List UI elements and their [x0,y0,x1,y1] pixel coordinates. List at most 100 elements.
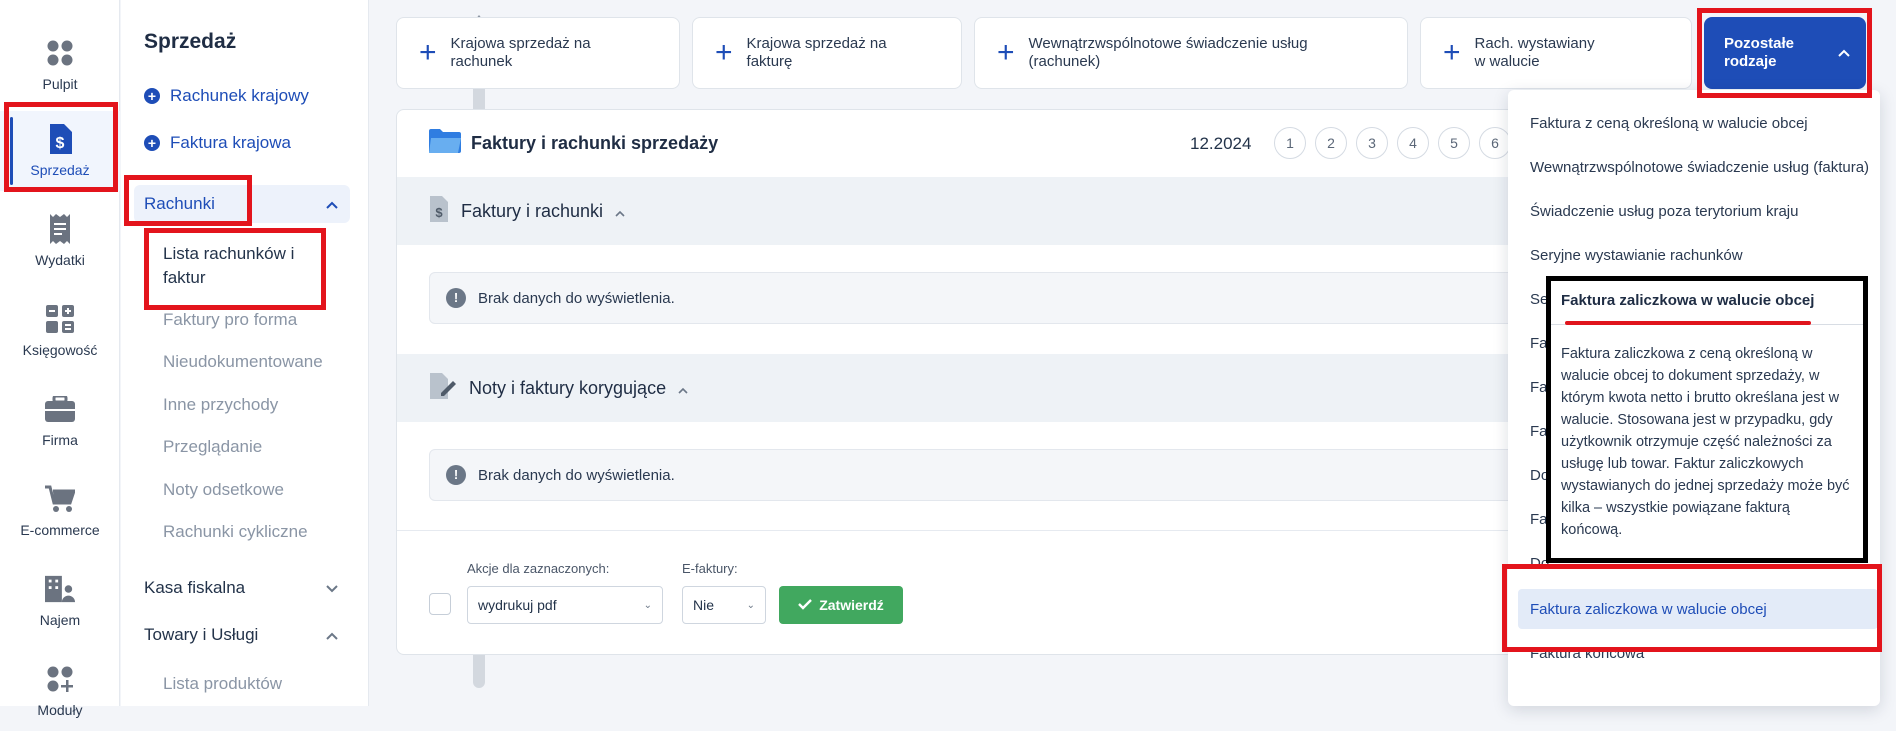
page-button[interactable]: 1 [1274,127,1306,159]
sidebar-item-lista-produktow[interactable]: Lista produktów [163,674,282,694]
menu-item[interactable]: Fa [1530,511,1548,528]
empty-text: Brak danych do wyświetlenia. [478,466,675,484]
nav-item-najem[interactable]: Najem [0,561,120,641]
section-noty-korygujace[interactable]: Noty i faktury korygujące [397,354,1615,422]
plus-icon: + [997,36,1015,69]
chevron-down-icon: ⌄ [643,599,652,611]
period-label[interactable]: 12.2024 [1190,134,1251,154]
chevron-up-icon [615,201,625,222]
invoice-dollar-icon: $ [45,124,75,154]
sidebar-item-lista-rachunkow[interactable]: Lista rachunków i faktur [163,242,313,290]
pozostale-rodzaje-button[interactable]: Pozostałe rodzaje [1704,17,1866,89]
page-button[interactable]: 3 [1356,127,1388,159]
menu-item[interactable]: Wewnątrzwspólnotowe świadczenie usług (f… [1530,159,1869,176]
krajowa-sprzedaz-rachunek-button[interactable]: + Krajowa sprzedaż na rachunek [396,17,680,89]
sales-card: Faktury i rachunki sprzedaży 12.2024 1 2… [396,109,1616,655]
menu-item[interactable]: Fa [1530,379,1548,396]
actions-label: Akcje dla zaznaczonych: [467,561,610,576]
receipt-icon [45,214,75,244]
nav-label: Pulpit [42,76,78,92]
new-faktura-link[interactable]: + Faktura krajowa [144,133,291,153]
group-label: Kasa fiskalna [144,578,246,597]
select-value: Nie [693,597,715,613]
svg-text:$: $ [56,135,65,152]
sidebar-item-inne-przychody[interactable]: Inne przychody [163,395,278,415]
document-edit-icon [429,372,457,404]
section-sidepanel: Sprzedaż + Rachunek krajowy + Faktura kr… [121,0,485,706]
page-button[interactable]: 2 [1315,127,1347,159]
dashboard-icon [45,38,75,68]
nav-label: Firma [42,432,78,448]
menu-item[interactable]: Faktura z ceną określoną w walucie obcej [1530,115,1808,132]
group-towary-uslugi[interactable]: Towary i Usługi [134,616,350,654]
link-label: Faktura krajowa [170,133,291,152]
menu-item[interactable]: Fa [1530,335,1548,352]
select-value: wydrukuj pdf [478,597,557,613]
efaktury-label: E-faktury: [682,561,738,576]
tooltip-popover: Faktura zaliczkowa w walucie obcej Faktu… [1546,276,1868,563]
nav-item-sprzedaz[interactable]: $ Sprzedaż [0,111,120,191]
group-rachunki[interactable]: Rachunki [134,185,350,223]
empty-text: Brak danych do wyświetlenia. [478,289,675,307]
link-label: Rachunek krajowy [170,86,309,105]
button-label: Rach. wystawiany w walucie [1474,35,1595,70]
wewnatrzwspolnotowe-rachunek-button[interactable]: + Wewnątrzwspólnotowe świadczenie usług … [974,17,1408,89]
sidebar-item-przegladanie[interactable]: Przeglądanie [163,437,262,457]
nav-item-ksiegowosc[interactable]: Księgowość [0,291,120,371]
nav-item-pulpit[interactable]: Pulpit [0,25,120,105]
plus-icon: + [419,36,437,69]
sidepanel-title: Sprzedaż [144,30,237,53]
briefcase-icon [45,394,75,424]
sidebar-item-noty-odsetkowe[interactable]: Noty odsetkowe [163,480,284,500]
nav-label: Sprzedaż [30,162,90,178]
chevron-down-icon [326,578,338,598]
nav-label: Moduły [37,702,83,718]
info-icon: ! [446,465,466,485]
button-label: Krajowa sprzedaż na fakturę [746,35,887,70]
sidebar-item-rachunki-cykliczne[interactable]: Rachunki cykliczne [163,522,308,542]
calculator-icon [45,304,75,334]
rach-waluta-button[interactable]: + Rach. wystawiany w walucie [1420,17,1692,89]
confirm-button[interactable]: Zatwierdź [779,586,903,624]
menu-item[interactable]: Świadczenie usług poza terytorium kraju [1530,203,1798,220]
nav-item-firma[interactable]: Firma [0,381,120,461]
button-label: Pozostałe rodzaje [1724,35,1795,70]
krajowa-sprzedaz-faktura-button[interactable]: + Krajowa sprzedaż na fakturę [692,17,962,89]
efaktury-select[interactable]: Nie ⌄ [682,586,766,624]
chevron-up-icon [1838,44,1850,62]
plus-circle-icon: + [144,135,160,151]
red-underline-annotation [1565,321,1811,325]
folder-icon [429,129,461,158]
plus-circle-icon: + [144,88,160,104]
info-icon: ! [446,288,466,308]
menu-item[interactable]: Fa [1530,423,1548,440]
section-faktury-rachunki[interactable]: $ Faktury i rachunki [397,177,1615,245]
empty-state-2: ! Brak danych do wyświetlenia. [429,449,1615,501]
page-button[interactable]: 5 [1438,127,1470,159]
page-button[interactable]: 4 [1397,127,1429,159]
nav-label: Najem [39,612,81,628]
divider [397,530,1615,531]
pagination: 1 2 3 4 5 6 [1274,127,1511,159]
menu-item[interactable]: Faktura końcowa [1530,645,1644,662]
group-kasa-fiskalna[interactable]: Kasa fiskalna [134,569,350,607]
chevron-up-icon [326,625,338,645]
nav-label: E-commerce [20,522,100,538]
nav-item-ecommerce[interactable]: E-commerce [0,471,120,551]
main-navigation: Pulpit $ Sprzedaż Wydatki Księgowość Fir… [0,0,120,718]
nav-label: Księgowość [22,342,98,358]
sidebar-item-nieudokumentowane[interactable]: Nieudokumentowane [163,352,323,372]
check-icon [798,597,813,613]
sidebar-item-pro-forma[interactable]: Faktury pro forma [163,310,297,330]
select-all-checkbox[interactable] [429,593,451,615]
button-label: Zatwierdź [819,597,884,613]
actions-select[interactable]: wydrukuj pdf ⌄ [467,586,663,624]
modules-icon [45,664,75,694]
nav-item-wydatki[interactable]: Wydatki [0,201,120,281]
card-title: Faktury i rachunki sprzedaży [471,133,719,153]
new-rachunek-link[interactable]: + Rachunek krajowy [144,86,309,106]
nav-item-moduly[interactable]: Moduły [0,651,120,731]
menu-item-zaliczkowa-waluta[interactable]: Faktura zaliczkowa w walucie obcej [1518,589,1878,629]
page-button[interactable]: 6 [1479,127,1511,159]
menu-item[interactable]: Seryjne wystawianie rachunków [1530,247,1743,264]
